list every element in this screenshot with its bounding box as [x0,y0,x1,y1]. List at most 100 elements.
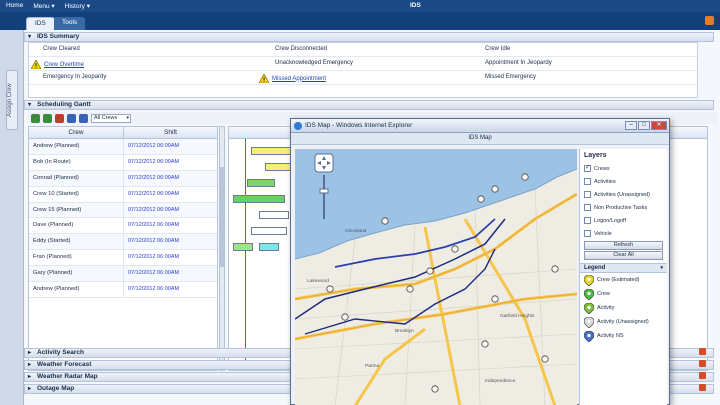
gantt-bar[interactable] [251,227,287,235]
filter-icon[interactable] [79,113,88,123]
tab-strip: IDS Tools [0,12,720,30]
shift-cell: 07/12/2012 06:00AM [128,222,180,229]
table-row[interactable]: Crew 10 (Started) 07/12/2012 06:00AM [29,186,217,203]
table-row[interactable]: Fran (Planned) 07/12/2012 06:00AM [29,250,217,267]
clear-all-button[interactable]: Clear All [584,251,663,260]
col-crew-header[interactable]: Crew [29,127,124,138]
close-button[interactable]: ✕ [651,121,667,130]
layer-checkbox[interactable] [584,191,591,198]
tab-ids[interactable]: IDS [26,17,55,30]
map-canvas[interactable]: Cleveland Lakewood Parma Brooklyn Garfie… [295,149,577,405]
layer-label: Activities (Unassigned) [594,191,650,198]
map-pin-icon [584,288,594,300]
layer-label: Vehicle [594,230,612,237]
summary-row: Crew Overtime Unacknowledged Emergency A… [29,57,697,71]
map-pin-icon [584,330,594,342]
layer-item[interactable]: ✓ Crews [580,162,667,175]
gantt-bar[interactable] [233,243,253,251]
tab-tools[interactable]: Tools [54,17,86,30]
summary-crew-overtime[interactable]: Crew Overtime [30,59,84,70]
scheduling-gantt-header[interactable]: Scheduling Gantt [24,100,714,110]
layer-item[interactable]: Logon/Logoff [580,214,667,227]
layer-item[interactable]: Activities (Unassigned) [580,188,667,201]
ids-summary-header[interactable]: IDS Summary [24,32,714,42]
app-title: IDS [410,2,421,9]
layer-checkbox[interactable] [584,230,591,237]
gantt-bar[interactable] [259,243,279,251]
section-icon[interactable] [699,372,706,379]
table-row[interactable]: Andrew (Planned) 07/12/2012 06:00AM [29,282,217,298]
summary-crew-cleared[interactable]: Crew Cleared [43,46,80,52]
menu-menu[interactable]: Menu ▾ [33,2,54,10]
crew-filter-select[interactable]: All Crews [91,113,131,123]
crew-name-cell: Crew 15 (Planned) [29,202,124,218]
shift-cell: 07/12/2012 06:00AM [128,143,180,149]
menu-history[interactable]: History ▾ [65,2,90,10]
assign-crew-tab[interactable]: Assign Crew [6,70,18,130]
legend-header[interactable]: Legend [580,263,667,273]
delete-icon[interactable] [55,113,64,123]
refresh-button[interactable]: Refresh [584,241,663,250]
table-row[interactable]: Dave (Planned) 07/12/2012 06:00AM [29,218,217,235]
maximize-button[interactable]: □ [638,121,650,130]
section-icon[interactable] [699,348,706,355]
ids-map-window: IDS Map - Windows Internet Explorer – □ … [290,118,670,405]
layer-checkbox[interactable] [584,217,591,224]
refresh-icon[interactable] [67,113,76,123]
layer-checkbox[interactable] [584,204,591,211]
legend-label: Activity [597,305,615,311]
window-titlebar[interactable]: IDS Map - Windows Internet Explorer – □ … [291,119,669,133]
summary-emergency-jeopardy[interactable]: Emergency In Jeopardy [43,74,106,80]
summary-crew-disconnected[interactable]: Crew Disconnected [275,46,327,52]
section-icon[interactable] [699,384,706,391]
layer-item[interactable]: Vehicle [580,227,667,240]
crew-name-cell: Dave (Planned) [29,218,124,234]
legend-label: Crew (Estimated) [597,277,640,283]
legend-item: Crew (Estimated) [580,273,667,287]
section-icon[interactable] [699,360,706,367]
summary-unack-emergency[interactable]: Unacknowledged Emergency [275,60,353,66]
table-row[interactable]: Conrad (Planned) 07/12/2012 06:00AM [29,170,217,187]
window-controls: – □ ✕ [625,121,667,130]
layer-label: Crews [594,165,610,172]
map-label: Lakewood [307,279,329,284]
layer-label: Activities [594,178,616,185]
zoom-in-icon[interactable] [31,113,40,123]
table-row[interactable]: Crew 15 (Planned) 07/12/2012 06:00AM [29,202,217,219]
gantt-bar[interactable] [259,211,289,219]
gantt-bar[interactable] [251,147,291,155]
map-label: Independence [485,379,516,384]
help-icon[interactable] [705,16,714,25]
table-row[interactable]: Eddy (Started) 07/12/2012 06:00AM [29,234,217,251]
layer-label: Logon/Logoff [594,217,627,224]
window-title: IDS Map - Windows Internet Explorer [305,122,413,129]
layer-item[interactable]: Non Productive Tasks [580,201,667,214]
map-label: Brooklyn [395,329,414,334]
shift-cell: 07/12/2012 06:00AM [128,158,180,165]
layer-checkbox[interactable] [584,178,591,185]
minimize-button[interactable]: – [625,121,637,130]
legend-label: Activity (Unassigned) [597,319,649,325]
summary-crew-idle[interactable]: Crew Idle [485,46,510,52]
grid-scrollbar[interactable] [219,126,225,371]
current-time-line [245,139,246,370]
summary-appointment-jeopardy[interactable]: Appointment In Jeopardy [485,60,552,66]
shift-cell: 07/12/2012 06:00AM [128,286,180,293]
map-page-title: IDS Map [291,133,669,145]
layer-item[interactable]: Activities [580,175,667,188]
layer-checkbox[interactable]: ✓ [584,165,591,172]
gantt-bar[interactable] [233,195,285,203]
menu-home[interactable]: Home [6,2,23,10]
scroll-thumb[interactable] [220,167,224,267]
summary-missed-emergency[interactable]: Missed Emergency [485,74,536,80]
zoom-out-icon[interactable] [43,113,52,123]
table-row[interactable]: Andrew (Planned) 07/12/2012 06:00AM [29,139,217,155]
gantt-bar[interactable] [247,179,275,187]
summary-missed-appointment[interactable]: Missed Appointment [258,73,326,84]
table-row[interactable]: Bob (In Route) 07/12/2012 06:00AM [29,154,217,171]
app-top-bar: Home Menu ▾ History ▾ IDS [0,0,720,12]
table-row[interactable]: Gary (Planned) 07/12/2012 06:00AM [29,266,217,283]
layers-panel: Layers ✓ Crews Activities Activities (Unass… [579,149,667,405]
shift-cell: 07/12/2012 06:00AM [128,174,180,181]
col-shift-header[interactable]: Shift [124,127,217,138]
